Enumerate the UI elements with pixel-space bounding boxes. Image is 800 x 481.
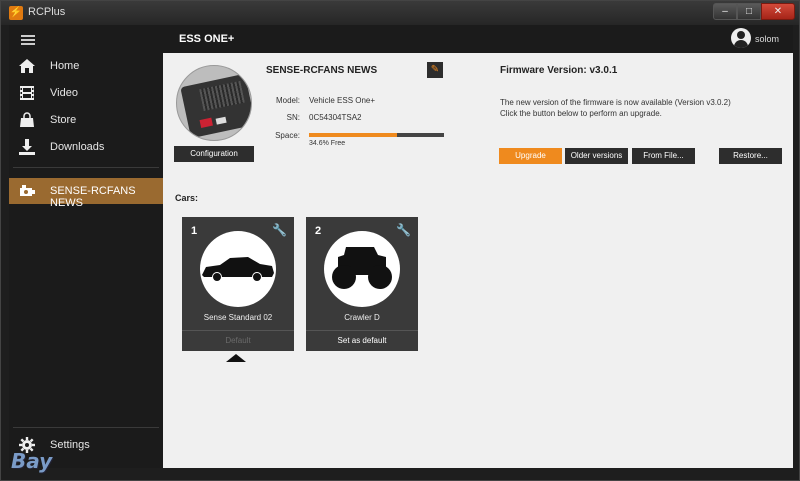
sn-value: 0C54304TSA2 xyxy=(309,113,362,122)
configuration-button[interactable]: Configuration xyxy=(174,146,254,162)
restore-button[interactable]: Restore... xyxy=(719,148,782,164)
car-card[interactable]: 2 🔧 Crawler D Set as default xyxy=(306,217,418,351)
upgrade-button[interactable]: Upgrade xyxy=(499,148,562,164)
sidebar-item-label: Downloads xyxy=(50,141,105,153)
sidebar-item-label: SENSE-RCFANS NEWS xyxy=(50,185,136,209)
divider xyxy=(13,167,159,168)
sidebar-item-label: Home xyxy=(50,60,80,72)
hamburger-menu-icon[interactable] xyxy=(21,35,35,45)
car-number: 1 xyxy=(191,225,198,237)
cars-heading: Cars: xyxy=(175,193,199,203)
set-as-default-button[interactable]: Set as default xyxy=(306,330,418,351)
film-icon xyxy=(20,86,34,100)
lightning-icon: ⚡ xyxy=(9,6,23,20)
main-content: Configuration SENSE-RCFANS NEWS ✎ Model:… xyxy=(163,53,793,468)
from-file-button[interactable]: From File... xyxy=(632,148,695,164)
sidebar-item-label: Settings xyxy=(50,439,90,451)
model-value: Vehicle ESS One+ xyxy=(309,96,376,105)
older-versions-button[interactable]: Older versions xyxy=(565,148,628,164)
download-icon xyxy=(19,139,35,155)
home-icon xyxy=(19,59,35,73)
sidebar-item-home[interactable]: Home xyxy=(9,53,163,79)
model-label: Model: xyxy=(275,96,300,105)
product-title: ESS ONE+ xyxy=(179,33,235,45)
car-icon xyxy=(20,185,35,196)
bag-icon xyxy=(20,112,34,127)
firmware-title: Firmware Version: v3.0.1 xyxy=(500,65,618,76)
firmware-message: The new version of the firmware is now a… xyxy=(500,98,731,107)
default-button: Default xyxy=(182,330,294,351)
space-progress-bar xyxy=(309,133,444,137)
car-card[interactable]: 1 🔧 Sense Standard 02 Default xyxy=(182,217,294,351)
username[interactable]: solom xyxy=(755,34,779,44)
app-window: ⚡ RCPlus – □ ✕ Home Video Store Download… xyxy=(0,0,800,481)
car-name: Sense Standard 02 xyxy=(203,313,273,322)
space-free-text: 34.6% Free xyxy=(309,140,346,147)
sidebar-item-downloads[interactable]: Downloads xyxy=(9,134,163,160)
sedan-silhouette-icon xyxy=(202,257,274,281)
car-number: 2 xyxy=(315,225,322,237)
sidebar-item-label: Store xyxy=(50,114,77,126)
sidebar-item-video[interactable]: Video xyxy=(9,80,163,106)
crawler-silhouette-icon xyxy=(332,247,392,289)
title-bar: ⚡ RCPlus – □ ✕ xyxy=(1,1,799,25)
car-image xyxy=(324,231,400,307)
edit-icon[interactable]: ✎ xyxy=(427,62,443,78)
sidebar-item-device[interactable]: SENSE-RCFANS NEWS xyxy=(9,178,163,209)
wrench-icon[interactable]: 🔧 xyxy=(272,223,287,237)
avatar[interactable] xyxy=(731,28,751,48)
car-name: Crawler D xyxy=(344,313,380,322)
maximize-button[interactable]: □ xyxy=(737,3,761,20)
top-header: ESS ONE+ solom xyxy=(163,25,793,53)
minimize-button[interactable]: – xyxy=(713,3,737,20)
close-button[interactable]: ✕ xyxy=(761,3,795,20)
sidebar-item-label: Video xyxy=(50,87,78,99)
watermark-logo: Bay xyxy=(11,449,53,473)
firmware-instruction: Click the button below to perform an upg… xyxy=(500,109,662,118)
sn-label: SN: xyxy=(286,113,300,122)
selected-car-indicator xyxy=(226,354,246,362)
wrench-icon[interactable]: 🔧 xyxy=(396,223,411,237)
device-name: SENSE-RCFANS NEWS xyxy=(266,65,378,76)
car-image xyxy=(200,231,276,307)
window-title: RCPlus xyxy=(28,6,66,18)
space-progress-fill xyxy=(309,133,398,137)
sidebar: Home Video Store Downloads SENSE-RCFANS … xyxy=(9,25,163,468)
space-label: Space: xyxy=(275,131,300,140)
sidebar-item-store[interactable]: Store xyxy=(9,107,163,133)
divider xyxy=(13,427,159,428)
device-image xyxy=(176,65,252,141)
